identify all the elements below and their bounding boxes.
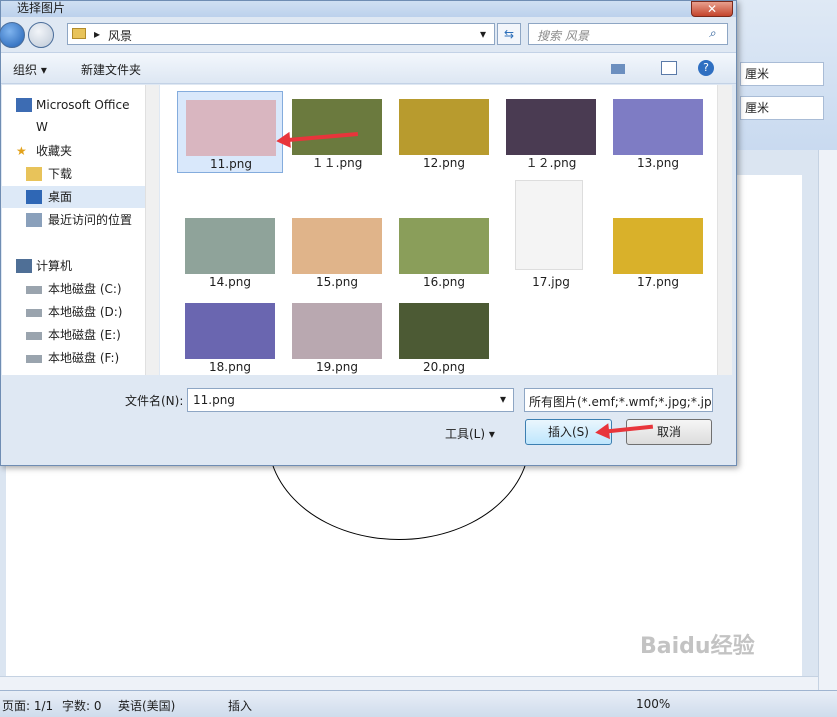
file-item[interactable]: 20.png [391, 295, 497, 377]
view-icon[interactable] [611, 64, 625, 74]
status-language[interactable]: 英语(美国) [118, 697, 175, 714]
status-bar: 页面: 1/1 字数: 0 英语(美国) 插入 100% [0, 690, 837, 717]
file-item[interactable]: 13.png [605, 91, 711, 173]
back-button[interactable] [0, 22, 25, 48]
file-item[interactable]: 11.png [177, 91, 283, 173]
sidebar-item-computer[interactable]: 计算机 [2, 255, 145, 277]
chevron-down-icon[interactable]: ▾ [480, 27, 486, 41]
cancel-button[interactable]: 取消 [626, 419, 712, 445]
folder-icon [72, 28, 86, 39]
thumbnail-image [292, 99, 382, 155]
document-vertical-scrollbar[interactable] [818, 150, 837, 690]
sidebar-item-recent[interactable]: 最近访问的位置 [2, 209, 145, 231]
file-item[interactable]: 15.png [284, 210, 390, 292]
organize-button[interactable]: 组织 ▾ [13, 61, 47, 78]
drive-icon [26, 332, 42, 340]
file-item[interactable]: 18.png [177, 295, 283, 377]
insert-picture-dialog: 选择图片 ✕ ▸ 风景 ▾ ⇆ 搜索 风景 ⌕ 组织 ▾ 新建文件夹 ? Mic… [0, 0, 737, 466]
search-input[interactable]: 搜索 风景 ⌕ [528, 23, 728, 45]
drive-icon [26, 355, 42, 363]
file-item[interactable]: 17.png [605, 210, 711, 292]
computer-icon [16, 259, 32, 273]
title-bar: 选择图片 ✕ [1, 1, 736, 17]
thumbnail-image [186, 100, 276, 156]
file-list-scrollbar[interactable] [717, 85, 732, 375]
status-words: 字数: 0 [62, 699, 102, 713]
width-field[interactable]: 厘米 [740, 62, 824, 86]
file-list: 11.png １１.png 12.png １２.png 13.png 14.pn… [160, 85, 718, 375]
thumbnail-image [399, 218, 489, 274]
thumbnail-image [292, 218, 382, 274]
file-type-select[interactable]: 所有图片(*.emf;*.wmf;*.jpg;*.jp [524, 388, 713, 412]
thumbnail-image [185, 218, 275, 274]
file-item[interactable]: 16.png [391, 210, 497, 292]
search-placeholder: 搜索 风景 [537, 29, 589, 43]
sidebar-item-drive-c[interactable]: 本地磁盘 (C:) [2, 278, 145, 300]
status-mode[interactable]: 插入 [228, 697, 252, 714]
office-icon [16, 98, 32, 112]
file-item[interactable]: １２.png [498, 91, 604, 173]
search-icon[interactable]: ⌕ [709, 26, 716, 41]
drive-icon [26, 309, 42, 317]
drive-icon [26, 286, 42, 294]
preview-pane-icon[interactable] [661, 61, 677, 75]
thumbnail-image [506, 99, 596, 155]
recent-icon [26, 213, 42, 227]
thumbnail-image [515, 180, 583, 270]
tools-menu[interactable]: 工具(L) ▾ [445, 425, 495, 442]
file-item[interactable]: 12.png [391, 91, 497, 173]
sidebar-item-favorites[interactable]: ★ 收藏夹 [2, 140, 145, 162]
thumbnail-image [185, 303, 275, 359]
sidebar-item-downloads[interactable]: 下载 [2, 163, 145, 185]
filename-input[interactable]: 11.png ▾ [187, 388, 514, 412]
file-item[interactable]: 14.png [177, 210, 283, 292]
close-button[interactable]: ✕ [691, 1, 733, 17]
address-path: 风景 [108, 29, 133, 43]
file-item[interactable]: １１.png [284, 91, 390, 173]
sidebar-item-drive-f[interactable]: 本地磁盘 (F:) [2, 347, 145, 369]
thumbnail-image [399, 99, 489, 155]
desktop-icon [26, 190, 42, 204]
thumbnail-image [613, 218, 703, 274]
sidebar-item-drive-d[interactable]: 本地磁盘 (D:) [2, 301, 145, 323]
file-item[interactable]: 17.jpg [498, 180, 604, 292]
dialog-toolbar: 组织 ▾ 新建文件夹 ? [1, 52, 736, 84]
help-icon[interactable]: ? [698, 60, 714, 76]
navigation-bar: ▸ 风景 ▾ ⇆ 搜索 风景 ⌕ [0, 18, 736, 50]
sidebar-item-office[interactable]: Microsoft Office W [2, 94, 145, 134]
refresh-icon[interactable]: ⇆ [497, 23, 521, 45]
star-icon: ★ [16, 144, 27, 158]
address-bar[interactable]: ▸ 风景 ▾ [67, 23, 495, 45]
document-horizontal-scrollbar[interactable] [0, 676, 818, 690]
ribbon-area: 厘米 厘米 [735, 0, 837, 150]
chevron-down-icon[interactable]: ▾ [500, 392, 506, 406]
sidebar-item-drive-e[interactable]: 本地磁盘 (E:) [2, 324, 145, 346]
filename-label: 文件名(N): [125, 394, 184, 408]
thumbnail-image [399, 303, 489, 359]
watermark-logo: Baidu经验 [640, 634, 755, 659]
dialog-title: 选择图片 [17, 1, 66, 15]
status-page: 页面: 1/1 [2, 699, 54, 713]
status-zoom[interactable]: 100% [636, 697, 670, 711]
height-field[interactable]: 厘米 [740, 96, 824, 120]
file-item[interactable]: 19.png [284, 295, 390, 377]
thumbnail-image [292, 303, 382, 359]
navigation-pane: Microsoft Office W ★ 收藏夹 下载 桌面 最近访问的位置 计算… [2, 85, 159, 375]
chevron-right-icon: ▸ [94, 27, 101, 41]
download-folder-icon [26, 167, 42, 181]
forward-button[interactable] [28, 22, 54, 48]
new-folder-button[interactable]: 新建文件夹 [81, 61, 141, 78]
thumbnail-image [613, 99, 703, 155]
sidebar-item-desktop[interactable]: 桌面 [2, 186, 145, 208]
sidebar-scrollbar[interactable] [145, 85, 159, 375]
